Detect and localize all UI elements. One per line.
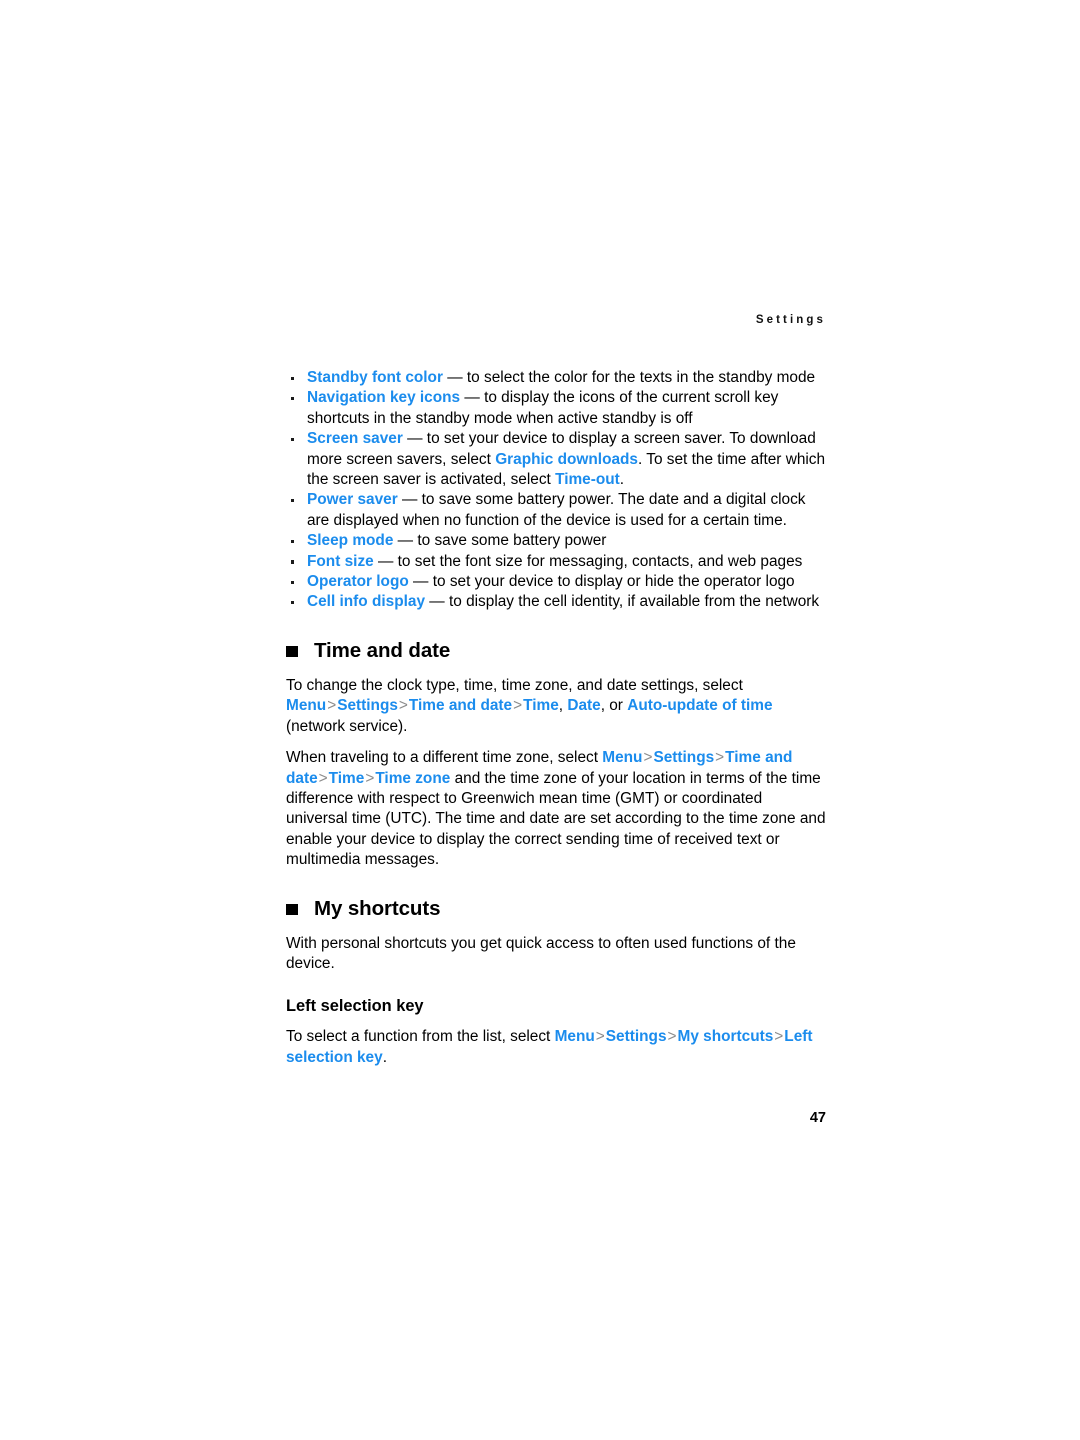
option-term: Screen saver (307, 430, 403, 448)
paragraph-time-zone: When traveling to a different time zone,… (286, 748, 828, 870)
option-dash: — (413, 573, 429, 591)
option-term: Sleep mode (307, 532, 394, 550)
list-item: Font size — to set the font size for mes… (286, 552, 828, 572)
paragraph-my-shortcuts-intro: With personal shortcuts you get quick ac… (286, 934, 796, 972)
document-page: Settings Standby font color — to select … (0, 0, 1080, 1440)
option-dash: — (447, 369, 463, 386)
path-separator: > (774, 1028, 784, 1046)
option-inline-term-time-out: Time-out (555, 471, 620, 489)
page-number: 47 (809, 1110, 826, 1126)
option-term: Font size (307, 552, 374, 570)
running-header: Settings (755, 314, 826, 326)
option-dash: — (407, 430, 423, 448)
section-heading-time-and-date: Time and date (286, 639, 828, 663)
option-dash: — (377, 552, 394, 570)
list-item: Power saver — to save some battery power… (286, 490, 828, 531)
path-item-time-and-date: Time and date (408, 697, 513, 715)
option-dash: — (429, 593, 445, 611)
option-term: Standby font color (307, 369, 443, 386)
option-description: to display the cell identity, if availab… (448, 593, 820, 611)
list-item: Cell info display — to display the cell … (286, 592, 828, 612)
paragraph-lead: When traveling to a different time zone,… (286, 749, 603, 767)
option-term: Operator logo (307, 573, 409, 591)
option-term: Navigation key icons (307, 389, 461, 407)
path-item-menu: Menu (286, 697, 327, 715)
conjunction: , or (600, 697, 628, 715)
path-separator: > (318, 769, 328, 787)
paragraph-lead: To select a function from the list, sele… (286, 1028, 555, 1046)
path-item-menu: Menu (554, 1028, 595, 1046)
option-description: to select the color for the texts in the… (466, 369, 816, 386)
option-dash: — (464, 389, 480, 407)
paragraph-tail: . (382, 1048, 387, 1066)
option-auto-update-of-time: Auto-update of time (627, 697, 773, 715)
option-date: Date (567, 697, 601, 715)
path-item-my-shortcuts: My shortcuts (677, 1028, 774, 1046)
section-heading-my-shortcuts: My shortcuts (286, 897, 828, 921)
list-item: Screen saver — to set your device to dis… (286, 429, 828, 490)
option-term: Cell info display (307, 593, 426, 611)
paragraph-lead: To change the clock type, time, time zon… (286, 676, 743, 694)
subsection-heading-left-selection-key: Left selection key (286, 997, 424, 1016)
path-item-settings: Settings (337, 697, 398, 715)
path-item-settings: Settings (605, 1028, 667, 1046)
option-inline-term-graphic-downloads: Graphic downloads (495, 450, 638, 468)
path-separator: > (327, 697, 337, 715)
option-dash: — (397, 532, 414, 550)
paragraph-tail: (network service). (286, 717, 408, 735)
list-item: Navigation key icons — to display the ic… (286, 388, 828, 429)
path-item-settings: Settings (653, 749, 715, 767)
option-description-part-3: . (619, 471, 625, 489)
path-separator: > (715, 749, 725, 767)
option-description: to set your device to display or hide th… (432, 573, 795, 591)
page-content: Standby font color — to select the color… (286, 368, 828, 1068)
path-separator: > (365, 769, 375, 787)
path-separator: > (667, 1028, 677, 1046)
path-separator: > (643, 749, 653, 767)
settings-options-list: Standby font color — to select the color… (286, 368, 828, 613)
list-item: Standby font color — to select the color… (286, 368, 828, 388)
path-item-time: Time (328, 769, 365, 787)
option-time: Time (523, 697, 559, 715)
path-item-menu: Menu (602, 749, 643, 767)
option-term: Power saver (307, 491, 398, 509)
option-description: to set the font size for messaging, cont… (397, 552, 803, 570)
path-separator: > (513, 697, 523, 715)
paragraph-time-and-date-intro: To change the clock type, time, time zon… (286, 676, 828, 737)
path-item-time-zone: Time zone (375, 769, 451, 787)
list-item: Sleep mode — to save some battery power (286, 531, 828, 551)
list-item: Operator logo — to set your device to di… (286, 572, 828, 592)
option-dash: — (401, 491, 418, 509)
paragraph-left-selection-key: To select a function from the list, sele… (286, 1027, 828, 1068)
option-description: to save some battery power (417, 532, 607, 550)
path-separator: > (595, 1028, 605, 1046)
path-separator: > (398, 697, 408, 715)
